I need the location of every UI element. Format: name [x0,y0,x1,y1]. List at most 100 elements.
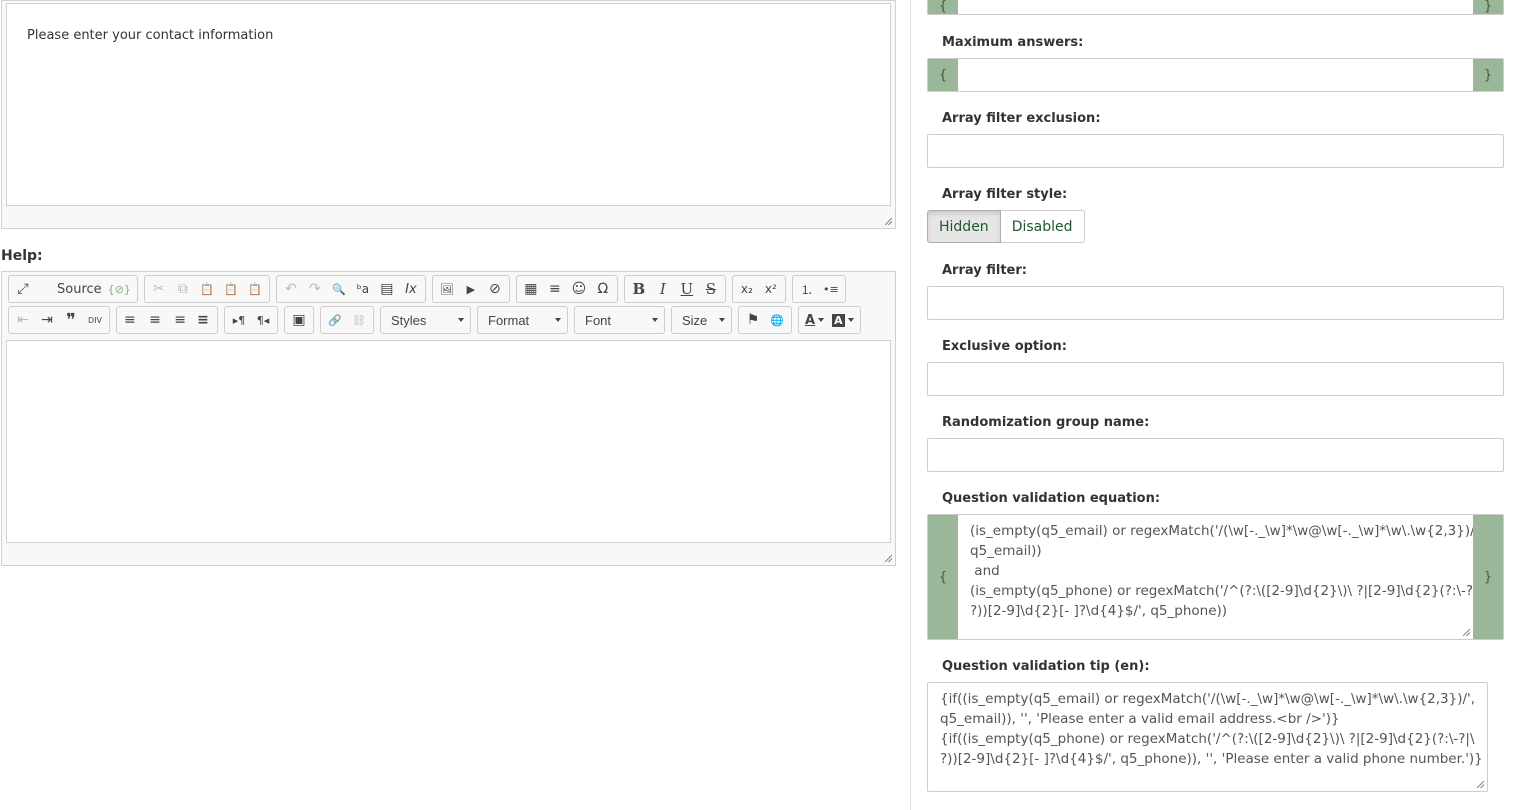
paste-text-icon[interactable]: 📋 [219,277,243,301]
underline-icon[interactable]: U [675,277,699,301]
special-char-icon[interactable]: Ω [591,277,615,301]
toolbar-group-lists: ⒈ •≡ [791,275,846,303]
help-label: Help: [1,248,43,264]
toolbar-group-align: ≡ ≡ ≡ ≡ [116,306,218,334]
chevron-down-icon [652,318,658,322]
help-editor-content[interactable] [6,340,891,543]
flash-icon[interactable]: ⊘ [483,277,507,301]
language-globe-icon[interactable]: 🌐 [765,308,789,332]
resize-grip-icon[interactable] [1463,629,1470,636]
maximum-answers-input[interactable] [958,59,1473,91]
exclusive-option-input[interactable] [927,362,1504,396]
resize-grip-icon[interactable] [1477,781,1484,788]
size-dropdown[interactable]: Size [671,306,732,334]
blockquote-icon[interactable]: ❞ [59,308,83,332]
superscript-icon[interactable]: x² [759,277,783,301]
find-icon[interactable]: 🔍 [327,277,351,301]
source-button[interactable]: Source {⊘} [35,277,135,301]
question-text-editor: Please enter your contact information [1,0,896,229]
question-text-editor-content[interactable]: Please enter your contact information [6,3,891,206]
div-icon[interactable]: DIV [83,308,107,332]
table-icon[interactable]: ▦ [519,277,543,301]
media-icon[interactable]: ▶ [459,277,483,301]
randomization-group-label: Randomization group name: [942,415,1150,430]
ltr-icon[interactable]: ▸¶ [227,308,251,332]
resize-grip-icon[interactable] [885,555,892,562]
text-color-icon: A [805,312,816,328]
replace-icon[interactable]: ᵇa [351,277,375,301]
undo-icon[interactable]: ↶ [279,277,303,301]
array-filter-exclusion-label: Array filter exclusion: [942,111,1101,126]
chevron-down-icon [555,318,561,322]
bold-icon[interactable]: B [627,277,651,301]
toolbar-group-templates: ▣ [284,306,314,334]
unlink-icon[interactable]: ⛓ [347,308,371,332]
anchor-flag-icon[interactable]: ⚑ [741,308,765,332]
array-filter-exclusion-input[interactable] [927,134,1504,168]
tip-line-3: {if((is_empty(q5_phone) or regexMatch('/… [940,731,1475,747]
paste-word-icon[interactable]: 📋 [243,277,267,301]
editor-status-bar [2,206,895,228]
toolbar-group-objects: ▦ ≡ ☺ Ω [515,275,618,303]
select-all-icon[interactable]: ▤ [375,277,399,301]
toolbar-group-insert: 🖼 ▶ ⊘ [431,275,510,303]
em-brace-open: { [928,59,958,91]
tip-line-2: q5_email)), '', 'Please enter a valid em… [940,711,1340,727]
numbered-list-icon[interactable]: ⒈ [795,277,819,301]
resize-grip-icon[interactable] [885,218,892,225]
em-brace-close: } [1473,515,1503,639]
array-filter-input[interactable] [927,286,1504,320]
hidden-option-button[interactable]: Hidden [927,210,1001,243]
toolbar-group-links: 🔗 ⛓ [320,306,374,334]
horizontal-rule-icon[interactable]: ≡ [543,277,567,301]
italic-glyph: I [659,280,666,298]
question-text-content: Please enter your contact information [27,28,274,43]
styles-dropdown[interactable]: Styles [380,306,471,334]
validation-equation-textarea[interactable]: (is_empty(q5_email) or regexMatch('/(\w[… [958,515,1473,639]
source-code-icon: {⊘} [107,282,131,296]
align-center-icon[interactable]: ≡ [143,308,167,332]
strike-icon[interactable]: S [699,277,723,301]
align-right-icon[interactable]: ≡ [167,308,191,332]
rtl-icon[interactable]: ¶◂ [251,308,275,332]
validation-tip-label: Question validation tip (en): [942,659,1150,674]
bold-glyph: B [632,280,646,298]
copy-icon[interactable]: ⧉ [171,277,195,301]
format-dropdown[interactable]: Format [477,306,568,334]
cut-icon[interactable]: ✂ [147,277,171,301]
justify-icon[interactable]: ≡ [191,308,215,332]
image-icon[interactable]: 🖼 [435,277,459,301]
equation-line-2: q5_email)) [970,543,1042,559]
bulleted-list-icon[interactable]: •≡ [819,277,843,301]
link-icon[interactable]: 🔗 [323,308,347,332]
outdent-icon[interactable]: ⇤ [11,308,35,332]
indent-icon[interactable]: ⇥ [35,308,59,332]
em-brace-close: } [1473,0,1503,14]
validation-tip-textarea[interactable]: {if((is_empty(q5_email) or regexMatch('/… [927,682,1488,792]
text-color-button[interactable]: A [801,308,828,332]
remove-format-icon[interactable]: Ix [399,277,423,301]
toolbar-group-anchor: ⚑ 🌐 [738,306,792,334]
bg-color-button[interactable]: A [828,308,858,332]
paste-icon[interactable]: 📋 [195,277,219,301]
equation-line-1: (is_empty(q5_email) or regexMatch('/(\w[… [970,523,1473,539]
redo-icon[interactable]: ↷ [303,277,327,301]
array-filter-label: Array filter: [942,263,1027,278]
disabled-option-button[interactable]: Disabled [1000,210,1085,243]
smiley-icon[interactable]: ☺ [567,277,591,301]
bg-color-icon: A [832,313,845,327]
validation-equation-field: { (is_empty(q5_email) or regexMatch('/(\… [927,514,1504,640]
font-dropdown[interactable]: Font [574,306,665,334]
templates-icon[interactable]: ▣ [287,308,311,332]
chevron-down-icon [458,318,464,322]
italic-icon[interactable]: I [651,277,675,301]
align-left-icon[interactable]: ≡ [119,308,143,332]
toolbar-group-document: ⤢ Source {⊘} [8,275,138,303]
maximize-icon[interactable]: ⤢ [11,277,35,301]
array-filter-style-label: Array filter style: [942,187,1068,202]
partial-em-input[interactable] [958,0,1473,14]
randomization-group-input[interactable] [927,438,1504,472]
toolbar-group-editing: ↶ ↷ 🔍 ᵇa ▤ Ix [275,275,426,303]
panel-divider [910,0,911,810]
subscript-icon[interactable]: x₂ [735,277,759,301]
